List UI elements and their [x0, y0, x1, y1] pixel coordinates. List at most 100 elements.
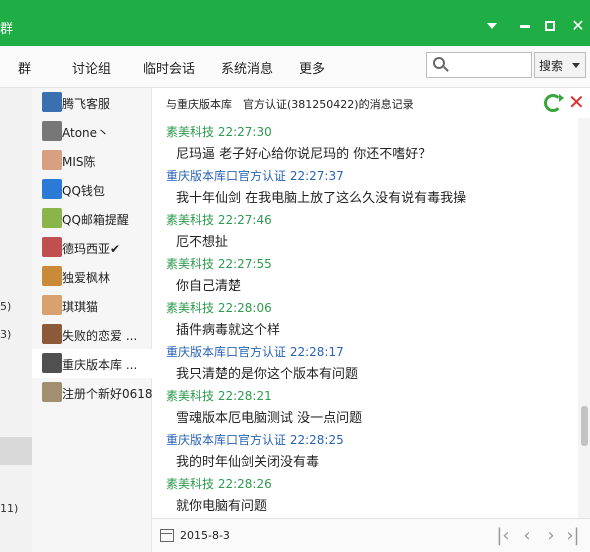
message-header: 素美科技 22:28:21	[166, 387, 272, 404]
contact-item[interactable]: QQ邮箱提醒	[32, 204, 152, 233]
contact-item[interactable]: 注册个新好0618	[32, 378, 153, 407]
message-sender: 重庆版本库口官方认证	[166, 345, 287, 359]
contact-name: MIS陈	[62, 155, 96, 169]
scrollbar[interactable]	[578, 118, 590, 518]
message-text: 尼玛逼 老子好心给你说尼玛的 你还不嗜好？	[176, 147, 432, 162]
tab-temporary-sessions[interactable]: 临时会话	[143, 58, 195, 77]
contact-name: 注册个新好0618	[62, 387, 153, 401]
message-time: 22:28:25	[289, 433, 344, 447]
person-avatar-icon	[42, 121, 62, 141]
tab-discussion-groups[interactable]: 讨论组	[72, 58, 111, 77]
message-header: 素美科技 22:28:26	[166, 475, 272, 492]
scrollbar-thumb[interactable]	[581, 406, 588, 446]
message-time: 22:28:21	[217, 389, 272, 403]
left-selected-row[interactable]	[0, 437, 32, 465]
tab-more[interactable]: 更多	[299, 58, 325, 77]
message-time: 22:27:30	[217, 125, 272, 139]
next-page-icon[interactable]: ›	[540, 523, 562, 547]
message-header: 重庆版本库口官方认证 22:28:25	[166, 431, 344, 448]
message-header: 素美科技 22:27:46	[166, 211, 272, 228]
delete-icon[interactable]: ✕	[568, 90, 585, 114]
contact-name: Atone丶	[62, 126, 110, 140]
message-text: 我只清楚的是你这个版本有问题	[176, 367, 359, 382]
last-page-icon[interactable]: ›|	[562, 523, 584, 547]
message-header: 素美科技 22:27:55	[166, 255, 272, 272]
first-page-icon[interactable]: |‹	[492, 523, 514, 547]
message-log: 素美科技 22:27:30 尼玛逼 老子好心给你说尼玛的 你还不嗜好？ 重庆版本库口…	[152, 118, 578, 518]
message-text: 我的时年仙剑关闭没有毒	[176, 455, 320, 470]
contact-name: 腾飞客服	[62, 97, 111, 111]
contact-item[interactable]: MIS陈	[32, 146, 152, 175]
tab-bar: 群 讨论组 临时会话 系统消息 更多 搜索	[0, 46, 590, 88]
contact-item[interactable]: 重庆版本库 ...	[32, 349, 152, 378]
title-bar: 群 ✕	[0, 0, 590, 46]
message-sender: 重庆版本库口官方认证	[166, 169, 287, 183]
search-button[interactable]: 搜索	[534, 52, 586, 78]
message-time: 22:27:55	[217, 257, 272, 271]
refresh-icon[interactable]	[544, 94, 564, 112]
message-sender: 重庆版本库口官方认证	[166, 433, 287, 447]
message-time: 22:28:06	[217, 301, 272, 315]
contact-name: 德玛西亚✔	[62, 242, 121, 256]
message-sender: 素美科技	[166, 477, 215, 491]
history-date[interactable]: 2015-8-3	[180, 529, 230, 542]
note-avatar-icon	[42, 382, 62, 402]
chevron-down-icon[interactable]	[572, 63, 580, 68]
message-text: 插件病毒就这个样	[176, 323, 281, 338]
window-title: 群	[0, 22, 14, 37]
contact-name: 独爱枫林	[62, 271, 111, 285]
face-avatar-icon	[42, 324, 62, 344]
tab-groups[interactable]: 群	[18, 58, 31, 77]
search-input[interactable]	[426, 52, 532, 78]
message-time: 22:28:26	[217, 477, 272, 491]
group-avatar-icon	[42, 353, 62, 373]
contact-name: QQ邮箱提醒	[62, 213, 129, 227]
message-text: 我十年仙剑 在我电脑上放了这么久没有说有毒我操	[176, 191, 467, 206]
message-sender: 素美科技	[166, 213, 215, 227]
menu-dropdown-icon[interactable]	[480, 14, 504, 38]
tab-system-messages[interactable]: 系统消息	[221, 58, 273, 77]
chat-title: 与重庆版本库 官方认证(381250422)的消息记录	[166, 98, 414, 111]
message-text: 就你电脑有问题	[176, 499, 268, 514]
history-footer: 2015-8-3 |‹ ‹ › ›|	[152, 518, 590, 552]
maximize-button[interactable]	[538, 14, 562, 38]
close-window-button[interactable]: ✕	[566, 14, 590, 38]
message-time: 22:27:37	[289, 169, 344, 183]
landscape-avatar-icon	[42, 266, 62, 286]
penguin-avatar-icon	[42, 179, 62, 199]
contact-item[interactable]: 独爱枫林	[32, 262, 152, 291]
message-sender: 素美科技	[166, 257, 215, 271]
message-sender: 素美科技	[166, 125, 215, 139]
cartoon-avatar-icon	[42, 150, 62, 170]
contact-name: QQ钱包	[62, 184, 105, 198]
contact-item[interactable]: 腾飞客服	[32, 88, 152, 117]
mail-avatar-icon	[42, 208, 62, 228]
message-sender: 素美科技	[166, 301, 215, 315]
message-header: 素美科技 22:28:06	[166, 299, 272, 316]
message-header: 重庆版本库口官方认证 22:27:37	[166, 167, 344, 184]
chat-header: 与重庆版本库 官方认证(381250422)的消息记录 ✕	[152, 88, 590, 118]
contact-item[interactable]: 失败的恋爱 ...	[32, 320, 152, 349]
left-count: 5)	[0, 300, 12, 313]
calendar-icon[interactable]	[160, 529, 174, 542]
contact-name: 琪琪猫	[62, 300, 99, 314]
game-avatar-icon	[42, 237, 62, 257]
search-button-label: 搜索	[539, 59, 564, 73]
minimize-button[interactable]	[513, 14, 537, 38]
contact-list: 腾飞客服 Atone丶 MIS陈 QQ钱包 QQ邮箱提醒 德玛西亚✔ 独爱枫林琪琪猫失败的恋…	[32, 88, 153, 552]
message-sender: 素美科技	[166, 389, 215, 403]
contact-name: 重庆版本库 ...	[62, 358, 138, 372]
left-count: 11)	[0, 502, 19, 515]
cat-avatar-icon	[42, 295, 62, 315]
message-header: 重庆版本库口官方认证 22:28:17	[166, 343, 344, 360]
previous-page-icon[interactable]: ‹	[516, 523, 538, 547]
contact-item[interactable]: QQ钱包	[32, 175, 152, 204]
contact-item[interactable]: Atone丶	[32, 117, 152, 146]
message-time: 22:27:46	[217, 213, 272, 227]
contact-item[interactable]: 德玛西亚✔	[32, 233, 152, 262]
message-text: 雪魂版本厄电脑测试 没一点问题	[176, 411, 363, 426]
message-text: 你自己清楚	[176, 279, 242, 294]
contact-name: 失败的恋爱 ...	[62, 329, 138, 343]
contact-item[interactable]: 琪琪猫	[32, 291, 152, 320]
message-time: 22:28:17	[289, 345, 344, 359]
